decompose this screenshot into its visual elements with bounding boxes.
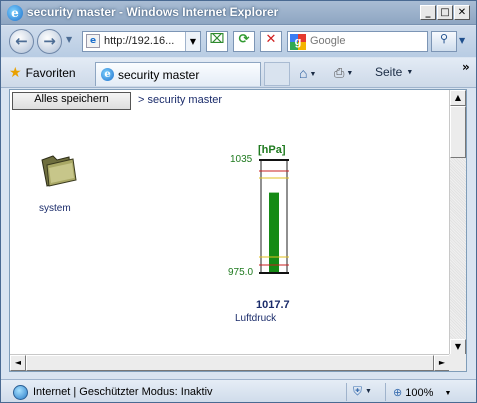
printer-icon: ⎙	[334, 65, 345, 80]
compatibility-button[interactable]: ⌧	[206, 31, 228, 52]
gauge-value: 1017.7	[256, 299, 290, 311]
title-bar: e security master - Windows Internet Exp…	[1, 1, 476, 25]
address-text[interactable]: http://192.16...	[104, 35, 174, 47]
scroll-corner	[449, 354, 466, 371]
zoom-level: 100%	[405, 387, 434, 399]
page-icon: e	[86, 34, 100, 48]
search-placeholder: Google	[310, 35, 346, 47]
maximize-button[interactable]: □	[437, 5, 453, 20]
shield-icon: ⛨	[353, 384, 363, 398]
magnifier-icon: ⊕	[393, 387, 403, 399]
tab-security-master[interactable]: e security master	[95, 62, 261, 86]
protected-mode-button[interactable]: ⛨ ▼	[353, 384, 372, 399]
vertical-scroll-thumb[interactable]	[450, 106, 466, 158]
refresh-icon: ⟳	[238, 32, 250, 47]
window-title: security master - Windows Internet Explo…	[27, 5, 279, 19]
more-commands-chevron-icon[interactable]: »	[462, 60, 470, 74]
forward-button[interactable]: →	[37, 29, 62, 54]
ie-tab-icon: e	[101, 68, 114, 81]
scroll-right-button[interactable]: ►	[434, 355, 450, 371]
stop-icon: ✕	[265, 32, 277, 47]
security-zone-text[interactable]: Internet | Geschützter Modus: Inaktiv	[33, 386, 213, 398]
address-dropdown[interactable]: ▼	[185, 32, 200, 51]
home-icon: ⌂	[299, 65, 308, 81]
horizontal-scrollbar[interactable]: ◄ ►	[10, 354, 450, 371]
search-input[interactable]: g Google	[287, 31, 428, 52]
zoom-button[interactable]: ⊕ 100% ▼	[393, 386, 451, 399]
navigation-bar: ← → ▼ e http://192.16... ▼ ⌧ ⟳ ✕ g Googl…	[1, 26, 476, 57]
search-button[interactable]: ⚲	[431, 31, 457, 52]
globe-icon	[13, 385, 28, 400]
search-icon: ⚲	[439, 32, 449, 45]
search-options-dropdown[interactable]: ▼	[459, 36, 465, 45]
new-tab-button[interactable]	[264, 62, 290, 86]
recent-pages-dropdown[interactable]: ▼	[66, 35, 72, 44]
forward-arrow-icon: →	[43, 32, 56, 50]
address-bar[interactable]: e http://192.16... ▼	[82, 31, 201, 52]
home-button[interactable]: ⌂ ▼	[299, 65, 316, 81]
page-content: Alles speichern > security master system…	[9, 89, 467, 372]
tab-label: security master	[118, 68, 200, 82]
stop-button[interactable]: ✕	[260, 31, 282, 52]
star-icon: ★	[9, 64, 22, 80]
gauge-fill	[269, 192, 279, 273]
scroll-left-button[interactable]: ◄	[10, 355, 26, 371]
gauge-name[interactable]: Luftdruck	[235, 313, 276, 324]
favorites-button[interactable]: ★ Favoriten	[9, 64, 76, 81]
refresh-button[interactable]: ⟳	[233, 31, 255, 52]
status-bar: Internet | Geschützter Modus: Inaktiv ⛨ ▼…	[1, 379, 476, 402]
close-button[interactable]: ✕	[454, 5, 470, 20]
scroll-up-button[interactable]: ▲	[450, 90, 466, 106]
back-arrow-icon: ←	[15, 32, 28, 50]
compatibility-icon: ⌧	[209, 32, 225, 47]
minimize-button[interactable]: _	[420, 5, 436, 20]
pressure-gauge	[259, 159, 289, 274]
vertical-scrollbar[interactable]: ▲ ▼	[449, 90, 466, 355]
page-menu-label: Seite	[375, 65, 403, 79]
google-logo-icon: g	[290, 34, 306, 50]
print-button[interactable]: ⎙ ▼	[334, 65, 353, 81]
horizontal-scroll-thumb[interactable]	[26, 355, 434, 371]
scroll-down-button[interactable]: ▼	[450, 339, 466, 355]
page-menu-button[interactable]: Seite ▼	[375, 65, 413, 79]
browser-window: e security master - Windows Internet Exp…	[0, 0, 477, 403]
tab-bar: ★ Favoriten e security master ⌂ ▼ ⎙ ▼ Seite…	[1, 58, 476, 88]
ie-logo-icon: e	[7, 5, 23, 21]
favorites-label: Favoriten	[25, 66, 76, 80]
back-button[interactable]: ←	[9, 29, 34, 54]
